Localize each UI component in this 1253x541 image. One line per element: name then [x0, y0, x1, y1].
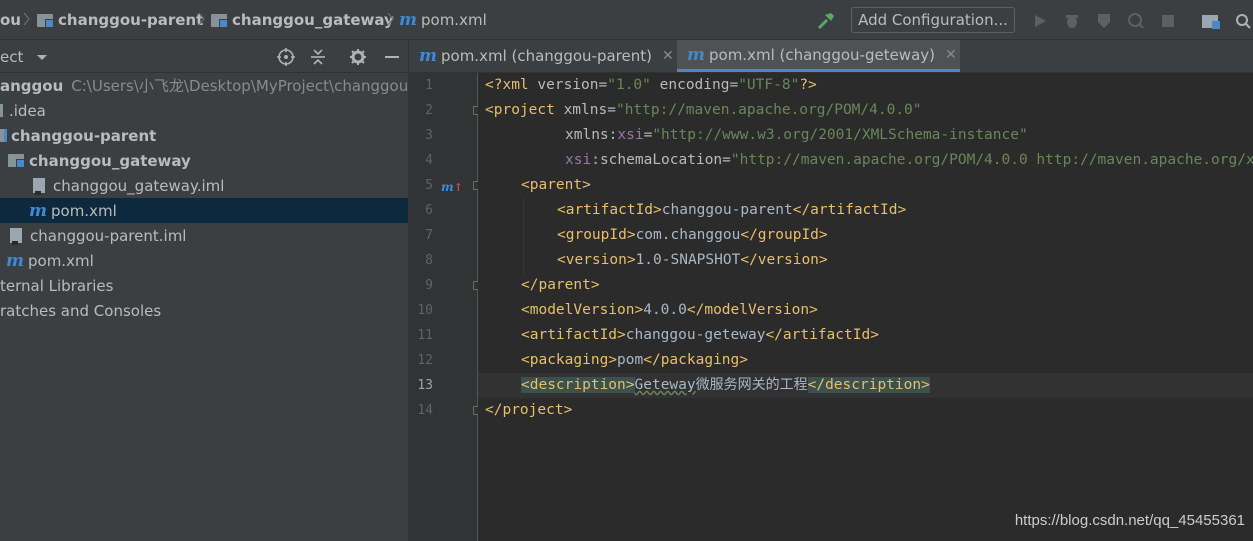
gear-icon[interactable]: [348, 47, 368, 67]
breadcrumb-pom-xml[interactable]: m pom.xml: [399, 10, 487, 30]
run-icon[interactable]: [1027, 8, 1053, 34]
indent-guide: [523, 198, 524, 273]
module-folder-icon: [8, 154, 25, 168]
maven-icon: m: [419, 46, 437, 66]
maven-icon: m: [399, 10, 417, 30]
project-tree: anggou C:\Users\小飞龙\Desktop\MyProject\ch…: [0, 73, 408, 541]
line-number: 9: [425, 278, 433, 293]
search-icon[interactable]: [1230, 8, 1253, 34]
line-number: 7: [425, 228, 433, 243]
project-structure-icon[interactable]: [1198, 8, 1224, 34]
watermark: https://blog.csdn.net/qq_45455361: [1014, 512, 1245, 529]
tree-item-idea[interactable]: .idea: [0, 98, 408, 123]
code-line-4: xsi:schemaLocation="http://maven.apache.…: [565, 152, 1253, 168]
tree-item-scratches-and-consoles[interactable]: ratches and Consoles: [0, 298, 408, 323]
line-number: 8: [425, 253, 433, 268]
line-number: 11: [417, 328, 433, 343]
collapse-all-icon[interactable]: [308, 47, 328, 67]
project-view-selector[interactable]: ect: [0, 48, 48, 66]
tree-item-root[interactable]: anggou C:\Users\小飞龙\Desktop\MyProject\ch…: [0, 73, 408, 98]
module-folder-icon: [211, 13, 228, 28]
breadcrumb-changgou-parent[interactable]: changgou-parent: [37, 10, 203, 30]
maven-icon: m: [687, 44, 705, 65]
folder-icon: [0, 104, 3, 117]
close-icon[interactable]: ✕: [945, 47, 957, 63]
line-number: 6: [425, 203, 433, 218]
breadcrumb-separator-icon: [23, 12, 30, 26]
line-number: 12: [417, 353, 433, 368]
tree-item-changgou-gateway-iml[interactable]: changgou_gateway.iml: [0, 173, 408, 198]
code-line-14: </project>: [485, 402, 573, 418]
breadcrumb-separator-icon: [198, 12, 205, 26]
tree-item-changgou-gateway[interactable]: changgou_gateway: [0, 148, 408, 173]
code-line-1: <?xml version="1.0" encoding="UTF-8"?>: [485, 77, 817, 93]
code-editor[interactable]: <?xml version="1.0" encoding="UTF-8"?> <…: [478, 73, 1253, 541]
locate-icon[interactable]: [276, 47, 296, 67]
tab-pom-gateway[interactable]: m pom.xml (changgou-geteway) ✕: [677, 40, 960, 72]
breadcrumb-root[interactable]: ou: [0, 10, 21, 30]
tree-item-changgou-parent[interactable]: changgou-parent: [0, 123, 408, 148]
code-line-5: <parent>: [521, 177, 591, 193]
code-line-2: <project xmlns="http://maven.apache.org/…: [485, 102, 922, 118]
line-number: 4: [425, 153, 433, 168]
line-number: 10: [417, 303, 433, 318]
project-panel-header: ect: [0, 40, 408, 73]
maven-icon: m: [29, 200, 47, 221]
module-folder-icon: [0, 129, 7, 142]
code-line-7: <groupId>com.changgou</groupId>: [557, 227, 828, 243]
coverage-icon[interactable]: [1091, 8, 1117, 34]
code-line-8: <version>1.0-SNAPSHOT</version>: [557, 252, 828, 268]
code-line-10: <modelVersion>4.0.0</modelVersion>: [521, 302, 818, 318]
close-icon[interactable]: ✕: [662, 48, 674, 64]
line-number: 13: [417, 378, 433, 393]
code-line-11: <artifactId>changgou-geteway</artifactId…: [521, 327, 879, 343]
profile-icon[interactable]: [1123, 8, 1149, 34]
tree-item-gateway-pom-xml[interactable]: m pom.xml: [0, 198, 408, 223]
maven-parent-gutter-icon[interactable]: m↑: [441, 180, 463, 194]
debug-icon[interactable]: [1059, 8, 1085, 34]
line-number: 5: [425, 178, 433, 193]
minimize-icon[interactable]: [382, 47, 402, 67]
maven-icon: m: [6, 250, 24, 271]
iml-file-icon: [10, 228, 22, 245]
line-number: 3: [425, 128, 433, 143]
code-line-3: xmlns:xsi="http://www.w3.org/2001/XMLSch…: [565, 127, 1028, 143]
iml-file-icon: [33, 178, 45, 195]
code-line-12: <packaging>pom</packaging>: [521, 352, 748, 368]
breadcrumb-separator-icon: [387, 12, 394, 26]
build-hammer-icon[interactable]: [813, 8, 839, 34]
line-number: 14: [417, 403, 433, 418]
tree-item-parent-pom-xml[interactable]: m pom.xml: [0, 248, 408, 273]
breadcrumb-changgou-gateway[interactable]: changgou_gateway: [211, 10, 394, 30]
code-line-9: </parent>: [521, 277, 600, 293]
tab-pom-parent[interactable]: m pom.xml (changgou-parent) ✕: [409, 40, 676, 72]
chevron-down-icon: [37, 55, 48, 60]
tree-item-external-libraries[interactable]: ternal Libraries: [0, 273, 408, 298]
code-line-13: <description>Geteway微服务网关的工程</descriptio…: [521, 377, 930, 393]
line-number: 2: [425, 103, 433, 118]
add-configuration-button[interactable]: Add Configuration...: [851, 7, 1015, 33]
tree-item-changgou-parent-iml[interactable]: changgou-parent.iml: [0, 223, 408, 248]
navigation-bar: ou changgou-parent changgou_gateway m po…: [0, 0, 1253, 40]
line-number: 1: [425, 78, 433, 93]
editor-tabs: m pom.xml (changgou-parent) ✕ m pom.xml …: [409, 40, 1253, 73]
stop-icon[interactable]: [1155, 8, 1181, 34]
code-line-6: <artifactId>changgou-parent</artifactId>: [557, 202, 907, 218]
module-folder-icon: [37, 13, 54, 28]
